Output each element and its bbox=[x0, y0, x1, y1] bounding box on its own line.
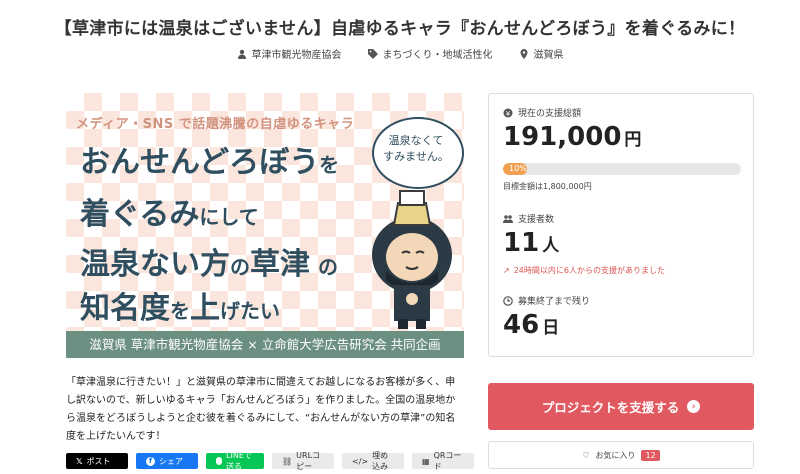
owner-name: 草津市観光物産協会 bbox=[251, 50, 342, 61]
remaining-label: 募集終了まで残り bbox=[503, 294, 590, 307]
chevron-right-icon: › bbox=[687, 400, 701, 413]
favorite-button[interactable]: ♡ お気に入り 12 bbox=[488, 441, 754, 469]
line-icon bbox=[216, 457, 223, 465]
owner-item[interactable]: 草津市観光物産協会 bbox=[237, 46, 342, 61]
qr-icon: ▦ bbox=[422, 456, 430, 466]
speech-bubble-text: 温泉なくて すみません。 bbox=[383, 134, 449, 163]
code-icon: </> bbox=[352, 456, 369, 466]
location-item[interactable]: 滋賀県 bbox=[519, 46, 564, 61]
recent-support-trend: ↗ 24時間以内に6人からの支援がありました bbox=[503, 266, 665, 275]
project-meta: 草津市観光物産協会 まちづくり・地域活性化 滋賀県 bbox=[0, 46, 800, 61]
support-project-button[interactable]: プロジェクトを支援する › bbox=[488, 383, 754, 430]
x-logo-icon: 𝕏 bbox=[76, 456, 83, 466]
copy-url-button[interactable]: ⛓ URLコピー bbox=[272, 451, 334, 471]
total-label: ¥ 現在の支援総額 bbox=[503, 106, 581, 119]
facebook-icon: f bbox=[146, 456, 155, 466]
mascot-illustration bbox=[372, 190, 452, 329]
hero-headline-3: 温泉ない方の草津の bbox=[80, 247, 338, 282]
user-icon bbox=[237, 49, 246, 59]
hero-headline-4: 知名度を上げたい bbox=[80, 291, 280, 326]
total-amount: 191,000 円 bbox=[503, 122, 642, 152]
category-name: まちづくり・地域活性化 bbox=[382, 50, 493, 61]
link-icon: ⛓ bbox=[282, 456, 293, 466]
hero-tagline: メディア・SNS で話題沸騰の自虐ゆるキャラ bbox=[76, 117, 355, 132]
progress-percent: 10% bbox=[509, 164, 527, 173]
yen-coin-icon: ¥ bbox=[503, 108, 513, 118]
supporters-count: 11 人 bbox=[503, 228, 560, 258]
hero-headline-1: おんせんどろぼうを bbox=[80, 145, 340, 180]
svg-text:¥: ¥ bbox=[506, 110, 511, 118]
supporters-label: 支援者数 bbox=[503, 212, 554, 225]
category-item[interactable]: まちづくり・地域活性化 bbox=[367, 46, 493, 61]
clock-icon bbox=[503, 295, 513, 306]
hero-image: メディア・SNS で話題沸騰の自虐ゆるキャラ おんせんどろぼうを 着ぐるみにして… bbox=[66, 93, 464, 358]
project-description: 「草津温泉に行きたい！」と滋賀県の草津市に間違えてお越しになるお客様が多く、申し… bbox=[66, 377, 456, 442]
trend-up-icon: ↗ bbox=[503, 266, 510, 275]
hero-headline-2: 着ぐるみにして bbox=[80, 197, 259, 232]
heart-icon: ♡ bbox=[582, 450, 590, 460]
embed-button[interactable]: </> 埋め込み bbox=[342, 451, 404, 471]
users-icon bbox=[503, 214, 513, 223]
page-title: 【草津市には温泉はございません】自虐ゆるキャラ『おんせんどろぼう』を着ぐるみに！ bbox=[54, 19, 746, 39]
hero-footer: 滋賀県 草津市観光物産協会 × 立命館大学広告研究会 共同企画 bbox=[66, 331, 464, 358]
share-facebook-button[interactable]: f シェア bbox=[136, 453, 198, 469]
location-pin-icon bbox=[520, 48, 527, 59]
progress-bar bbox=[503, 163, 741, 175]
location-name: 滋賀県 bbox=[533, 50, 564, 61]
share-line-button[interactable]: LINEで送る bbox=[206, 451, 264, 471]
tag-icon bbox=[367, 48, 378, 59]
favorite-count: 12 bbox=[641, 449, 660, 461]
share-x-button[interactable]: 𝕏 ポスト bbox=[66, 453, 128, 469]
remaining-days: 46 日 bbox=[503, 310, 560, 340]
stats-card: ¥ 現在の支援総額 191,000 円 10% 目標金額は1,800,000円 支… bbox=[488, 93, 754, 357]
qr-code-button[interactable]: ▦ QRコード bbox=[412, 451, 474, 471]
share-bar: 𝕏 ポスト f シェア LINEで送る ⛓ URLコピー </> 埋め込み ▦ … bbox=[66, 451, 474, 471]
goal-amount: 目標金額は1,800,000円 bbox=[503, 182, 592, 191]
